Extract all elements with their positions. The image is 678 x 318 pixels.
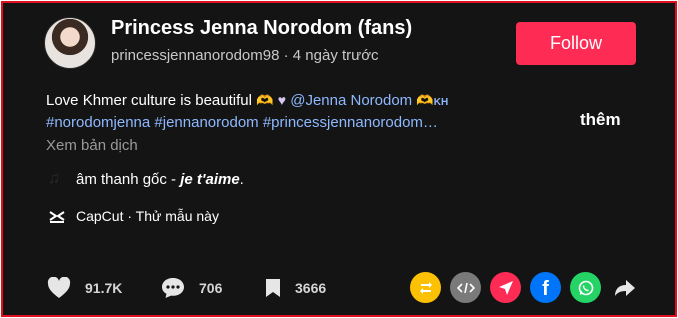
profile-meta: princessjennanorodom98 · 4 ngày trước xyxy=(111,47,379,64)
paper-plane-glyph xyxy=(498,280,513,295)
caption-text: Love Khmer culture is beautiful xyxy=(46,92,252,109)
bookmark-icon[interactable] xyxy=(265,278,281,298)
save-count: 3666 xyxy=(295,280,327,296)
white-heart-emoji-icon: ♥ xyxy=(277,92,287,108)
forward-arrow-glyph xyxy=(614,279,635,296)
whatsapp-icon[interactable] xyxy=(570,272,601,303)
profile-name[interactable]: Princess Jenna Norodom (fans) xyxy=(111,17,412,40)
post-time: 4 ngày trước xyxy=(292,47,379,64)
capcut-icon xyxy=(49,211,65,223)
share-arrow-icon[interactable] xyxy=(609,272,640,303)
embed-icon[interactable] xyxy=(450,272,481,303)
more-button[interactable]: thêm xyxy=(580,110,621,130)
follow-button[interactable]: Follow xyxy=(516,22,636,65)
facebook-f-glyph: f xyxy=(542,277,549,300)
template-name: CapCut xyxy=(76,208,124,224)
template-action: Thử mẫu này xyxy=(135,208,219,224)
username[interactable]: princessjennanorodom98 xyxy=(111,47,279,64)
music-title: je t'aime xyxy=(180,171,240,188)
whatsapp-glyph xyxy=(578,280,593,295)
template-link[interactable]: CapCut · Thử mẫu này xyxy=(76,208,219,224)
comment-count: 706 xyxy=(199,280,223,296)
code-glyph xyxy=(456,282,475,293)
music-note-icon: ♫ xyxy=(48,170,60,187)
like-count: 91.7K xyxy=(85,280,123,296)
repost-icon[interactable] xyxy=(410,272,441,303)
send-icon[interactable] xyxy=(490,272,521,303)
template-separator: · xyxy=(127,208,136,224)
heart-hands-emoji-icon: 🫶 xyxy=(416,92,434,108)
save-stat[interactable]: 3666 xyxy=(265,277,326,299)
music-prefix: âm thanh gốc - xyxy=(76,171,181,188)
facebook-icon[interactable]: f xyxy=(530,272,561,303)
heart-hands-emoji-icon: 🫶 xyxy=(256,92,274,108)
like-stat[interactable]: 91.7K xyxy=(47,277,122,299)
caption-line: Love Khmer culture is beautiful 🫶 ♥ @Jen… xyxy=(46,92,448,109)
avatar[interactable] xyxy=(44,17,96,69)
music-suffix: . xyxy=(239,171,244,188)
heart-icon[interactable] xyxy=(47,277,71,299)
comment-stat[interactable]: 706 xyxy=(161,277,222,299)
mention-link[interactable]: @Jenna Norodom xyxy=(290,92,412,109)
post-card: Princess Jenna Norodom (fans) princessje… xyxy=(1,1,677,317)
music-label[interactable]: âm thanh gốc - je t'aime. xyxy=(76,171,244,188)
comment-icon[interactable] xyxy=(161,277,185,299)
meta-separator: · xyxy=(283,47,293,64)
hashtags[interactable]: #norodomjenna #jennanorodom #princessjen… xyxy=(46,114,438,131)
repost-arrows-glyph xyxy=(419,281,432,294)
translate-link[interactable]: Xem bản dịch xyxy=(46,137,138,154)
kh-flag-badge: KH xyxy=(433,97,449,108)
